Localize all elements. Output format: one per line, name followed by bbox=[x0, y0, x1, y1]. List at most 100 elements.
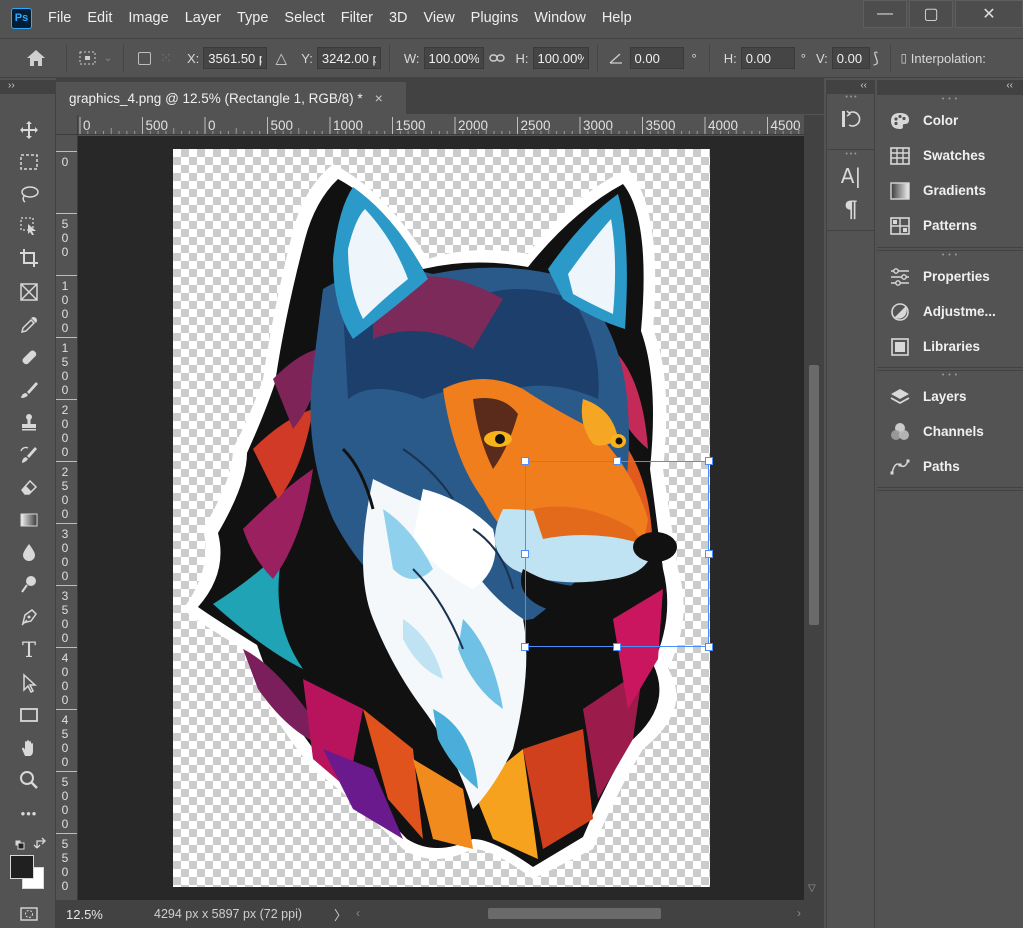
foreground-color-fill[interactable] bbox=[10, 855, 34, 879]
panel-grip[interactable]: • • • bbox=[877, 95, 1023, 103]
paths-panel-button[interactable]: Paths bbox=[877, 449, 1023, 484]
panel-grip[interactable]: • • • bbox=[827, 151, 875, 159]
properties-panel-button[interactable]: Properties bbox=[877, 259, 1023, 294]
transform-handle-right[interactable] bbox=[705, 550, 713, 558]
middle-collapse-strip[interactable]: ‹‹ bbox=[826, 80, 875, 94]
height-input[interactable] bbox=[532, 47, 589, 69]
rectangle-tool-icon[interactable] bbox=[14, 701, 44, 729]
menu-edit[interactable]: Edit bbox=[79, 0, 120, 36]
hand-tool-icon[interactable] bbox=[14, 734, 44, 762]
close-window-button[interactable]: ✕ bbox=[955, 0, 1023, 28]
menu-layer[interactable]: Layer bbox=[177, 0, 229, 36]
menu-file[interactable]: File bbox=[40, 0, 79, 36]
panel-grip[interactable]: • • • bbox=[877, 371, 1023, 379]
reference-point-icon[interactable] bbox=[75, 49, 101, 67]
transform-handle-bottom[interactable] bbox=[613, 643, 621, 651]
clone-stamp-tool-icon[interactable] bbox=[14, 408, 44, 436]
link-icon[interactable] bbox=[484, 53, 510, 63]
chevron-down-icon[interactable]: ⌄ bbox=[101, 53, 115, 64]
horizontal-scrollbar[interactable]: ‹ › bbox=[356, 904, 801, 922]
minimize-button[interactable]: — bbox=[863, 0, 907, 28]
frame-tool-icon[interactable] bbox=[14, 278, 44, 306]
document-canvas[interactable] bbox=[173, 149, 713, 887]
patterns-panel-button[interactable]: Patterns bbox=[877, 208, 1023, 243]
character-panel-icon[interactable]: A| bbox=[827, 159, 875, 193]
close-document-icon[interactable]: × bbox=[375, 90, 383, 106]
swatches-panel-button[interactable]: Swatches bbox=[877, 138, 1023, 173]
pen-tool-icon[interactable] bbox=[14, 603, 44, 631]
adjustments-panel-button[interactable]: Adjustme... bbox=[877, 294, 1023, 329]
horizontal-ruler[interactable]: 0 500 0 500 1000 1500 2000 2500 3000 3500 4000 4500… bbox=[78, 115, 804, 135]
history-icon[interactable] bbox=[827, 102, 875, 136]
eraser-tool-icon[interactable] bbox=[14, 473, 44, 501]
x-position-input[interactable] bbox=[203, 47, 268, 69]
layers-panel-button[interactable]: Layers bbox=[877, 379, 1023, 414]
rotation-input[interactable] bbox=[629, 47, 684, 69]
vertical-ruler[interactable]: 0 5 0 0 1 0 0 0 1 5 0 0 2 0 0 0 2 5 0 0 3 0 0 … bbox=[56, 135, 78, 900]
libraries-panel-button[interactable]: Libraries bbox=[877, 329, 1023, 364]
menu-select[interactable]: Select bbox=[276, 0, 332, 36]
zoom-tool-icon[interactable] bbox=[14, 766, 44, 794]
transform-handle-top[interactable] bbox=[613, 457, 621, 465]
paragraph-panel-icon[interactable]: ¶ bbox=[827, 193, 875, 227]
menu-help[interactable]: Help bbox=[594, 0, 640, 36]
menu-type[interactable]: Type bbox=[229, 0, 276, 36]
document-tab[interactable]: graphics_4.png @ 12.5% (Rectangle 1, RGB… bbox=[56, 82, 406, 114]
right-collapse-strip[interactable]: ‹‹ bbox=[877, 80, 1023, 94]
transform-handle-bottom-left[interactable] bbox=[521, 643, 529, 651]
gradient-tool-icon[interactable] bbox=[14, 506, 44, 534]
dodge-tool-icon[interactable] bbox=[14, 570, 44, 598]
lasso-tool-icon[interactable] bbox=[14, 180, 44, 208]
panel-grip[interactable]: • • • bbox=[877, 251, 1023, 259]
eyedropper-tool-icon[interactable] bbox=[14, 311, 44, 339]
move-tool-icon[interactable] bbox=[14, 116, 44, 144]
transform-handle-bottom-right[interactable] bbox=[705, 643, 713, 651]
healing-brush-tool-icon[interactable] bbox=[14, 343, 44, 371]
brush-tool-icon[interactable] bbox=[14, 376, 44, 404]
home-icon[interactable] bbox=[14, 48, 58, 68]
menu-3d[interactable]: 3D bbox=[381, 0, 416, 36]
canvas-pasteboard[interactable] bbox=[78, 136, 804, 900]
blur-tool-icon[interactable] bbox=[14, 538, 44, 566]
gradients-panel-button[interactable]: Gradients bbox=[877, 173, 1023, 208]
scroll-down-arrow-icon[interactable]: ▽ bbox=[808, 883, 816, 894]
panel-grip[interactable]: • • • bbox=[827, 94, 875, 102]
vertical-scroll-thumb[interactable] bbox=[809, 365, 819, 625]
width-input[interactable] bbox=[423, 47, 484, 69]
maximize-button[interactable]: ▢ bbox=[909, 0, 953, 28]
warp-icon[interactable]: ⟆ bbox=[870, 49, 882, 67]
channels-panel-button[interactable]: Channels bbox=[877, 414, 1023, 449]
menu-filter[interactable]: Filter bbox=[333, 0, 381, 36]
status-menu-arrow-icon[interactable]: 〉 bbox=[334, 905, 347, 924]
foreground-color-swatch[interactable] bbox=[10, 855, 44, 889]
reference-point-checkbox[interactable] bbox=[138, 51, 151, 65]
scroll-left-arrow-icon[interactable]: ‹ bbox=[356, 906, 360, 920]
y-position-input[interactable] bbox=[316, 47, 381, 69]
object-selection-tool-icon[interactable] bbox=[14, 212, 44, 240]
marquee-tool-icon[interactable] bbox=[14, 148, 44, 176]
scroll-right-arrow-icon[interactable]: › bbox=[797, 906, 801, 920]
transform-handle-top-right[interactable] bbox=[705, 457, 713, 465]
menu-image[interactable]: Image bbox=[120, 0, 176, 36]
vertical-scrollbar[interactable]: ▽ bbox=[804, 115, 824, 900]
horizontal-scroll-thumb[interactable] bbox=[488, 908, 661, 919]
color-panel-button[interactable]: Color bbox=[877, 103, 1023, 138]
ruler-origin[interactable] bbox=[56, 115, 78, 135]
transform-handle-top-left[interactable] bbox=[521, 457, 529, 465]
vertical-skew-input[interactable] bbox=[831, 47, 870, 69]
history-brush-tool-icon[interactable] bbox=[14, 441, 44, 469]
transform-handle-left[interactable] bbox=[521, 550, 529, 558]
quick-mask-icon[interactable] bbox=[14, 900, 44, 928]
zoom-level-field[interactable]: 12.5% bbox=[66, 907, 118, 922]
type-tool-icon[interactable]: T bbox=[14, 636, 44, 664]
menu-plugins[interactable]: Plugins bbox=[463, 0, 527, 36]
free-transform-bounding-box[interactable] bbox=[521, 457, 713, 651]
path-selection-tool-icon[interactable] bbox=[14, 669, 44, 697]
interpolation-label[interactable]: Interpolation: bbox=[911, 51, 986, 66]
relative-position-icon[interactable]: △ bbox=[267, 49, 295, 67]
menu-window[interactable]: Window bbox=[526, 0, 594, 36]
toolbar-collapse-strip[interactable]: ›› bbox=[0, 80, 56, 94]
more-tools-icon[interactable]: ••• bbox=[14, 799, 44, 827]
horizontal-skew-input[interactable] bbox=[740, 47, 795, 69]
crop-tool-icon[interactable] bbox=[14, 244, 44, 272]
